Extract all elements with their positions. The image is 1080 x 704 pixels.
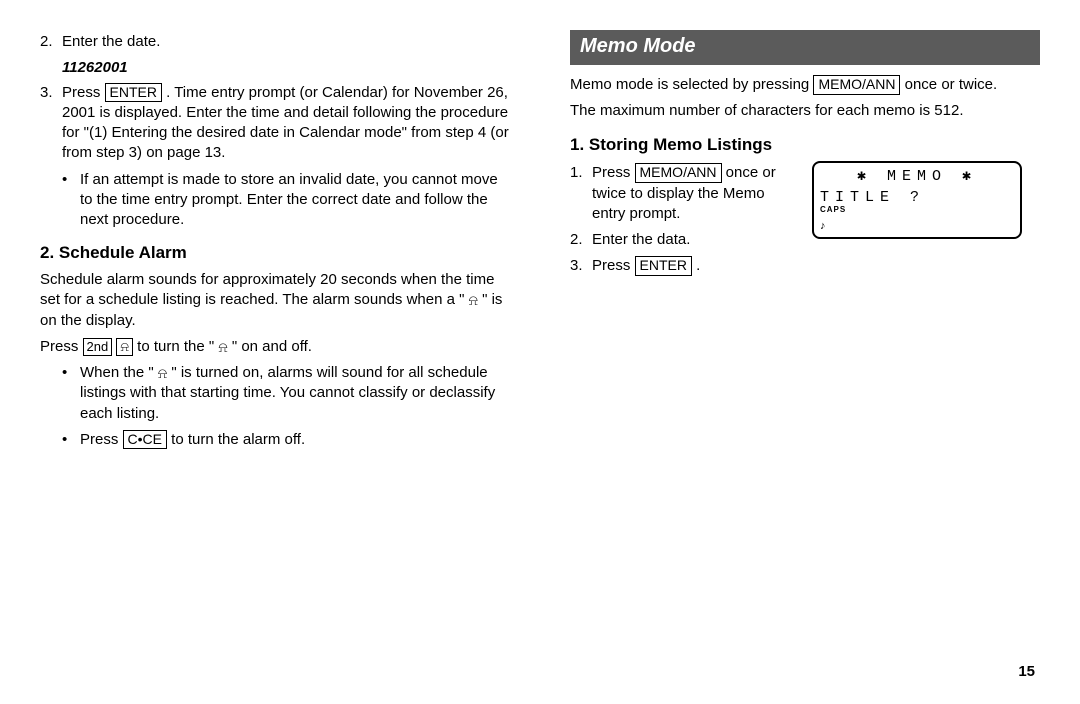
manual-page: 2. Enter the date. 11262001 3. Press ENT…	[0, 0, 1080, 704]
bullet-dot: •	[62, 430, 80, 450]
step-num: 3.	[40, 83, 62, 164]
txt: Press	[62, 84, 105, 101]
page-number: 15	[1018, 662, 1035, 682]
txt: Press	[592, 257, 635, 274]
bullet-text: If an attempt is made to store an invali…	[80, 170, 510, 231]
bullet-text: Press C•CE to turn the alarm off.	[80, 430, 305, 450]
step-num: 3.	[570, 256, 592, 276]
step-2: 2. Enter the date.	[40, 32, 510, 52]
storing-row: 1. Press MEMO/ANN once or twice to displ…	[570, 161, 1040, 282]
step-num: 2.	[40, 32, 62, 52]
txt: When the "	[80, 364, 158, 381]
txt: Press	[592, 164, 635, 181]
right-column: Memo Mode Memo mode is selected by press…	[560, 30, 1040, 684]
heading-storing-memo: 1. Storing Memo Listings	[570, 134, 1040, 157]
txt: to turn the alarm off.	[171, 431, 305, 448]
bullet-invalid-date: • If an attempt is made to store an inva…	[62, 170, 510, 231]
txt: once or twice.	[900, 76, 997, 93]
memo-mode-select: Memo mode is selected by pressing MEMO/A…	[570, 75, 1040, 95]
key-2nd: 2nd	[83, 338, 113, 356]
step-num: 1.	[570, 163, 592, 224]
bell-icon: ⍾	[469, 291, 478, 310]
step-num: 2.	[570, 230, 592, 250]
txt: Schedule alarm sounds for approximately …	[40, 271, 494, 308]
bullet-alarm-on: • When the " ⍾ " is turned on, alarms wi…	[62, 363, 510, 424]
txt: to turn the "	[133, 338, 218, 355]
bullet-text: When the " ⍾ " is turned on, alarms will…	[80, 363, 510, 424]
bell-icon: ⍾	[218, 338, 227, 357]
alarm-paragraph: Schedule alarm sounds for approximately …	[40, 270, 510, 331]
key-cce: C•CE	[123, 430, 167, 450]
heading-schedule-alarm: 2. Schedule Alarm	[40, 242, 510, 265]
bullet-cce: • Press C•CE to turn the alarm off.	[62, 430, 510, 450]
lcd-line-1: ✱ MEMO ✱	[820, 167, 1014, 187]
lcd-caps-indicator: CAPS	[820, 205, 846, 216]
memo-max-chars: The maximum number of characters for eac…	[570, 101, 1040, 121]
press-2nd-bell: Press 2nd ⍾ to turn the " ⍾ " on and off…	[40, 337, 510, 357]
bullet-dot: •	[62, 170, 80, 231]
step-3: 3. Press ENTER . Time entry prompt (or C…	[40, 83, 510, 164]
section-banner-memo-mode: Memo Mode	[570, 30, 1040, 65]
left-column: 2. Enter the date. 11262001 3. Press ENT…	[40, 30, 520, 684]
txt: Press	[80, 431, 123, 448]
step-text: Enter the date.	[62, 32, 510, 52]
step-text: Enter the data.	[592, 230, 800, 250]
key-enter: ENTER	[105, 83, 162, 103]
txt: Press	[40, 338, 83, 355]
step-text: Press ENTER .	[592, 256, 800, 276]
txt: Memo mode is selected by pressing	[570, 76, 813, 93]
txt: .	[692, 257, 700, 274]
example-date: 11262001	[62, 58, 510, 78]
key-memo-ann: MEMO/ANN	[635, 163, 722, 183]
key-bell: ⍾	[116, 338, 133, 356]
lcd-display: ✱ MEMO ✱ TITLE ? CAPS ♪	[812, 161, 1022, 239]
step-text: Press MEMO/ANN once or twice to display …	[592, 163, 800, 224]
step-text: Press ENTER . Time entry prompt (or Cale…	[62, 83, 510, 164]
store-step-1: 1. Press MEMO/ANN once or twice to displ…	[570, 163, 800, 224]
bell-icon: ⍾	[158, 364, 167, 383]
lcd-note-icon: ♪	[820, 219, 826, 234]
store-step-3: 3. Press ENTER .	[570, 256, 800, 276]
storing-steps: 1. Press MEMO/ANN once or twice to displ…	[570, 161, 800, 282]
txt: " on and off.	[228, 338, 312, 355]
store-step-2: 2. Enter the data.	[570, 230, 800, 250]
key-memo-ann: MEMO/ANN	[813, 75, 900, 95]
lcd-line-2: TITLE ?	[820, 188, 1014, 208]
bullet-dot: •	[62, 363, 80, 424]
key-enter: ENTER	[635, 256, 692, 276]
